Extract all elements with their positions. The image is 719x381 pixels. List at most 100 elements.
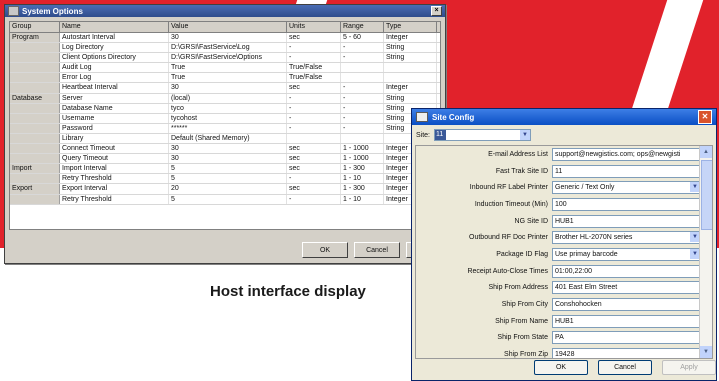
cell-type: Integer (384, 33, 437, 43)
table-row[interactable]: Export Export Interval 20 sec 1 - 300 Integer (10, 184, 440, 195)
column-header[interactable]: Range (341, 22, 384, 32)
cancel-button[interactable]: Cancel (354, 242, 400, 258)
column-header[interactable]: Units (287, 22, 341, 32)
close-icon[interactable]: ✕ (698, 110, 712, 124)
scroll-thumb[interactable] (701, 160, 712, 230)
cell-value[interactable]: 30 (169, 33, 287, 43)
field-input[interactable]: 100 (552, 197, 701, 211)
field-input[interactable]: 19428 (552, 348, 701, 359)
table-row[interactable]: Query Timeout 30 sec 1 - 1000 Integer (10, 154, 440, 165)
field-input[interactable]: HUB1 (552, 214, 701, 228)
cell-units (287, 133, 341, 144)
cell-group: Export (10, 184, 60, 194)
field-label: Package ID Flag (496, 250, 548, 258)
field-value: 19428 (555, 351, 575, 359)
table-row[interactable]: Database Server (local) - - String (10, 93, 440, 104)
cell-name: Heartbeat Interval (60, 83, 169, 93)
table-row[interactable]: Client Options Directory D:\GRSI\FastServ… (10, 53, 440, 64)
cell-group (10, 174, 60, 184)
cell-value[interactable]: 30 (169, 144, 287, 154)
cell-type: String (384, 53, 437, 63)
cell-value[interactable]: (local) (169, 93, 287, 103)
table-row[interactable]: Retry Threshold 5-1 - 10 Integer (10, 194, 440, 205)
table-row[interactable]: Import Import Interval 5 sec 1 - 300 Integer (10, 164, 440, 175)
options-grid: Group Name Value Units Range Type Progra… (9, 21, 441, 230)
column-header[interactable]: Name (60, 22, 169, 32)
cell-value[interactable]: Default (Shared Memory) (169, 133, 287, 144)
apply-button[interactable]: Apply (662, 360, 716, 375)
cell-value[interactable]: D:\GRSI\FastService\Log (169, 43, 287, 53)
field-label: Ship From Zip (504, 351, 548, 359)
grid-body: Program Autostart Interval 30 sec 5 - 60 Inte… (10, 33, 440, 205)
table-row[interactable]: Database Name tyco - - String (10, 103, 440, 114)
cell-units: True/False (287, 63, 341, 73)
field-input[interactable]: PA (552, 331, 701, 345)
cell-value[interactable]: ****** (169, 123, 287, 133)
table-row[interactable]: Connect Timeout 30 sec 1 - 1000 Integer (10, 144, 440, 155)
cancel-button[interactable]: Cancel (598, 360, 652, 375)
ok-button[interactable]: OK (302, 242, 348, 258)
field-input[interactable]: support@newgistics.com; ops@newgisti (552, 147, 701, 161)
window-title: System Options (22, 6, 83, 16)
system-options-titlebar[interactable]: System Options × (5, 5, 445, 17)
cell-value[interactable]: 5 (169, 174, 287, 184)
cell-group (10, 123, 60, 133)
cell-value[interactable]: 5 (169, 194, 287, 204)
table-row[interactable]: Program Autostart Interval 30 sec 5 - 60 Inte… (10, 33, 440, 44)
field-select[interactable]: Use primay barcode ▼ (552, 247, 701, 261)
table-row[interactable]: Library Default (Shared Memory) (10, 133, 440, 145)
field-value: Brother HL-2070N series (555, 234, 633, 242)
table-row[interactable]: Retry Threshold 5-1 - 10 Integer (10, 174, 440, 185)
cell-name: Audit Log (60, 63, 169, 73)
cell-value[interactable]: tyco (169, 103, 287, 113)
field-label: NG Site ID (514, 217, 548, 225)
cell-value[interactable]: 30 (169, 154, 287, 164)
column-header[interactable]: Type (384, 22, 437, 32)
field-select[interactable]: Generic / Text Only ▼ (552, 181, 701, 195)
field-label: Induction Timeout (Min) (474, 200, 548, 208)
cell-name: Password (60, 123, 169, 133)
table-row[interactable]: Error Log True True/False (10, 73, 440, 84)
cell-value[interactable]: True (169, 73, 287, 83)
cell-value[interactable]: D:\GRSI\FastService\Options (169, 53, 287, 63)
chevron-down-icon[interactable]: ▼ (520, 130, 531, 140)
column-header[interactable]: Group (10, 22, 60, 32)
field-row: Package ID Flag Use primay barcode ▼ (416, 246, 712, 263)
close-icon[interactable]: × (431, 6, 442, 16)
field-select[interactable]: Brother HL-2070N series ▼ (552, 231, 701, 245)
scroll-up-icon[interactable]: ▲ (700, 146, 712, 158)
ok-button[interactable]: OK (534, 360, 588, 375)
table-row[interactable]: Log Directory D:\GRSI\FastService\Log - - St… (10, 43, 440, 54)
table-row[interactable]: Audit Log True True/False (10, 63, 440, 74)
field-value: 11 (555, 167, 563, 175)
cell-value[interactable]: True (169, 63, 287, 73)
table-row[interactable]: Heartbeat Interval 30 sec - Integer (10, 83, 440, 94)
field-input[interactable]: Conshohocken (552, 298, 701, 312)
cell-value[interactable]: tycohost (169, 113, 287, 123)
vertical-scrollbar[interactable]: ▲ ▼ (699, 146, 712, 358)
cell-units: True/False (287, 73, 341, 83)
field-row: Induction Timeout (Min) 100 (416, 196, 712, 213)
cell-name: Retry Threshold (60, 174, 169, 184)
cell-units: - (287, 123, 341, 133)
field-input[interactable]: 401 East Elm Street (552, 281, 701, 295)
cell-value[interactable]: 30 (169, 83, 287, 93)
scroll-down-icon[interactable]: ▼ (700, 346, 712, 358)
field-label: Fast Trak Site ID (495, 167, 548, 175)
site-config-titlebar[interactable]: Site Config ✕ (412, 109, 716, 125)
cell-range: - (341, 103, 384, 113)
table-row[interactable]: Password ****** - - String (10, 123, 440, 134)
table-row[interactable]: Username tycohost - - String (10, 113, 440, 124)
site-select[interactable]: 11 ▼ (434, 129, 532, 141)
field-input[interactable]: HUB1 (552, 314, 701, 328)
field-input[interactable]: 01:00,22:00 (552, 264, 701, 278)
site-value: 11 (435, 130, 447, 140)
cell-group (10, 154, 60, 164)
column-header[interactable]: Value (169, 22, 287, 32)
cell-units: - (287, 43, 341, 53)
cell-value[interactable]: 5 (169, 164, 287, 174)
cell-value[interactable]: 20 (169, 184, 287, 194)
field-input[interactable]: 11 (552, 164, 701, 178)
cell-group (10, 103, 60, 113)
cell-name: Client Options Directory (60, 53, 169, 63)
